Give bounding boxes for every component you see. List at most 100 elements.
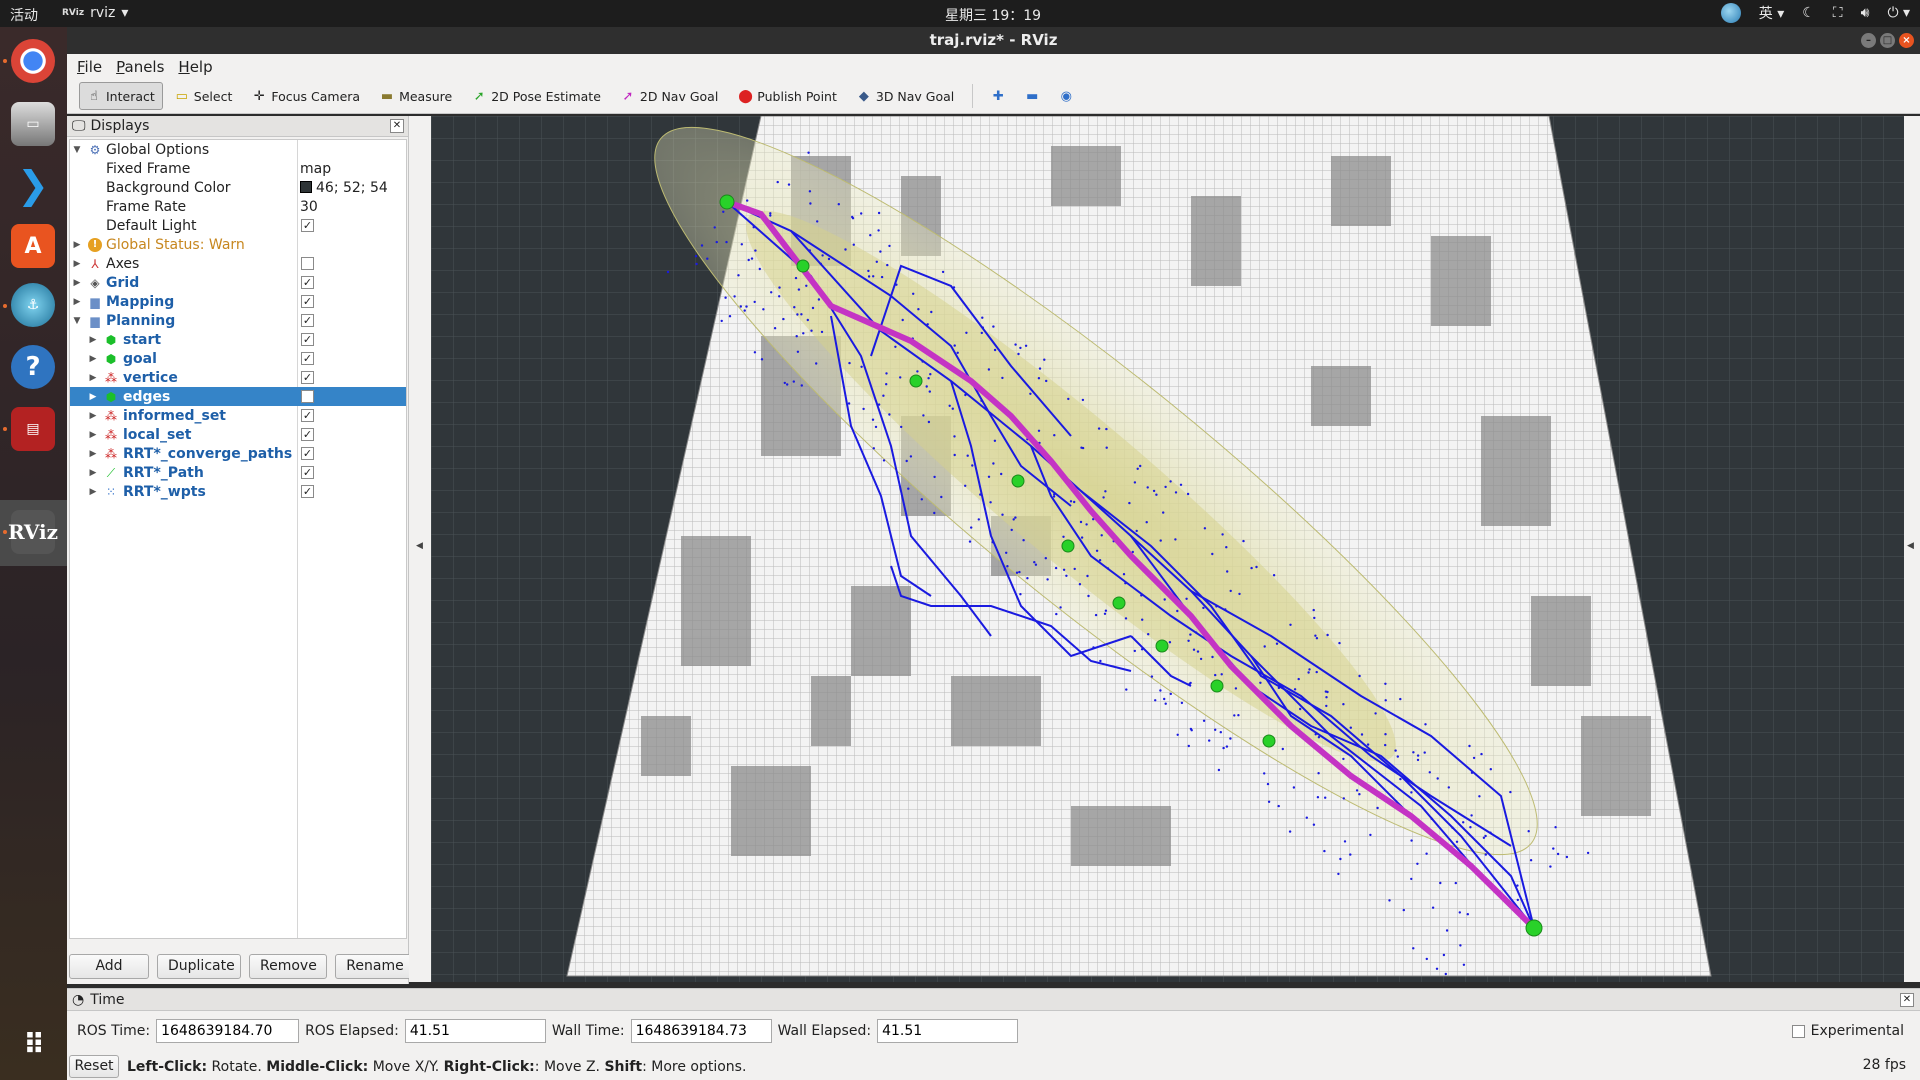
software-center-icon[interactable]: A: [11, 224, 55, 268]
app-menu[interactable]: RViz rviz ▾: [62, 5, 128, 21]
menu-file[interactable]: File: [77, 58, 102, 76]
panel-close-icon[interactable]: ✕: [1900, 992, 1914, 1007]
volume-icon[interactable]: 🔊︎: [1861, 5, 1870, 21]
tree-row-local-set[interactable]: ▶ ⁂ local_set ✓: [70, 425, 406, 444]
menu-panels[interactable]: Panels: [116, 58, 164, 76]
expand-arrow-icon[interactable]: ▶: [72, 259, 82, 269]
expand-arrow-icon[interactable]: ▶: [88, 373, 98, 383]
expand-arrow-icon[interactable]: ▶: [88, 468, 98, 478]
show-apps-grid-icon[interactable]: ⠿: [11, 1022, 55, 1066]
add-tool-button[interactable]: ✚: [983, 82, 1013, 110]
goal-checkbox[interactable]: ✓: [301, 352, 314, 365]
power-icon[interactable]: ⏻ ▾: [1887, 5, 1910, 21]
background-color-value[interactable]: 46; 52; 54: [300, 180, 388, 196]
camera-type-button[interactable]: ◉: [1051, 82, 1081, 110]
vertice-checkbox[interactable]: ✓: [301, 371, 314, 384]
activities-button[interactable]: 活动: [10, 5, 38, 25]
default-light-checkbox[interactable]: ✓: [301, 219, 314, 232]
collapse-left-icon[interactable]: ◀: [416, 541, 423, 551]
nav-goal-button[interactable]: ➚ 2D Nav Goal: [613, 82, 726, 110]
right-splitter[interactable]: ◀: [1904, 116, 1920, 982]
grid-checkbox[interactable]: ✓: [301, 276, 314, 289]
display-tree[interactable]: ▼ ⚙ Global Options Fixed Frame map Backg…: [69, 139, 407, 939]
rviz-dock-icon[interactable]: RViz: [8, 510, 58, 554]
rename-button[interactable]: Rename: [335, 954, 415, 979]
close-icon[interactable]: ×: [1899, 33, 1914, 48]
expand-arrow-icon[interactable]: ▶: [72, 278, 82, 288]
tree-row-background-color[interactable]: Background Color 46; 52; 54: [70, 178, 406, 197]
tree-row-planning[interactable]: ▼ ▆ Planning ✓: [70, 311, 406, 330]
mapping-checkbox[interactable]: ✓: [301, 295, 314, 308]
axes-checkbox[interactable]: [301, 257, 314, 270]
network-icon[interactable]: ⛶: [1833, 5, 1843, 21]
expand-arrow-icon[interactable]: ▶: [88, 335, 98, 345]
measure-tool-button[interactable]: ▬ Measure: [372, 82, 460, 110]
expand-arrow-icon[interactable]: ▶: [88, 449, 98, 459]
planning-checkbox[interactable]: ✓: [301, 314, 314, 327]
render-viewport[interactable]: [431, 116, 1904, 982]
ros-elapsed-field[interactable]: [404, 1019, 546, 1043]
tree-row-vertice[interactable]: ▶ ⁂ vertice ✓: [70, 368, 406, 387]
add-button[interactable]: Add: [69, 954, 149, 979]
tree-row-grid[interactable]: ▶ ◈ Grid ✓: [70, 273, 406, 292]
network-globe-icon[interactable]: [1720, 3, 1741, 23]
experimental-checkbox[interactable]: [1791, 1024, 1805, 1038]
remove-button[interactable]: Remove: [249, 954, 327, 979]
path-checkbox[interactable]: ✓: [301, 466, 314, 479]
expand-arrow-icon[interactable]: ▶: [88, 354, 98, 364]
informed-set-checkbox[interactable]: ✓: [301, 409, 314, 422]
expand-arrow-icon[interactable]: ▶: [72, 297, 82, 307]
help-icon[interactable]: ?: [11, 345, 55, 389]
publish-point-button[interactable]: ⬤ Publish Point: [730, 82, 845, 110]
terminal-app-icon[interactable]: ▤: [11, 407, 55, 451]
tree-row-goal[interactable]: ▶ ⬢ goal ✓: [70, 349, 406, 368]
input-method-indicator[interactable]: 英 ▾: [1759, 3, 1784, 23]
collapse-right-icon[interactable]: ◀: [1907, 541, 1914, 551]
interact-tool-button[interactable]: ☝ Interact: [79, 82, 163, 110]
expand-arrow-icon[interactable]: ▶: [72, 240, 82, 250]
maximize-icon[interactable]: □: [1880, 33, 1895, 48]
tree-row-axes[interactable]: ▶ ⅄ Axes: [70, 254, 406, 273]
wpts-checkbox[interactable]: ✓: [301, 485, 314, 498]
wall-elapsed-field[interactable]: [877, 1019, 1019, 1043]
tree-row-start[interactable]: ▶ ⬢ start ✓: [70, 330, 406, 349]
expand-arrow-icon[interactable]: ▶: [88, 487, 98, 497]
minimize-icon[interactable]: –: [1861, 33, 1876, 48]
tree-row-path[interactable]: ▶ ⟋ RRT*_Path ✓: [70, 463, 406, 482]
expand-arrow-icon[interactable]: ▶: [88, 411, 98, 421]
edges-checkbox[interactable]: [301, 390, 314, 403]
ros-time-field[interactable]: [156, 1019, 300, 1043]
duplicate-button[interactable]: Duplicate: [157, 954, 241, 979]
focus-camera-button[interactable]: ✛ Focus Camera: [244, 82, 368, 110]
tree-row-frame-rate[interactable]: Frame Rate 30: [70, 197, 406, 216]
files-icon[interactable]: ▭: [11, 102, 55, 146]
tree-row-informed-set[interactable]: ▶ ⁂ informed_set ✓: [70, 406, 406, 425]
chrome-icon[interactable]: [11, 39, 55, 83]
experimental-option[interactable]: Experimental: [1791, 1023, 1904, 1039]
start-checkbox[interactable]: ✓: [301, 333, 314, 346]
select-tool-button[interactable]: ▭ Select: [167, 82, 241, 110]
converge-paths-checkbox[interactable]: ✓: [301, 447, 314, 460]
local-set-checkbox[interactable]: ✓: [301, 428, 314, 441]
remove-tool-button[interactable]: ▬: [1017, 82, 1047, 110]
frame-rate-value[interactable]: 30: [300, 199, 318, 215]
expand-arrow-icon[interactable]: ▼: [72, 316, 82, 326]
expand-arrow-icon[interactable]: ▶: [88, 430, 98, 440]
reset-button[interactable]: Reset: [69, 1055, 119, 1078]
expand-arrow-icon[interactable]: ▼: [72, 145, 82, 155]
fixed-frame-value[interactable]: map: [300, 161, 331, 177]
tree-row-global-options[interactable]: ▼ ⚙ Global Options: [70, 140, 406, 159]
vscode-icon[interactable]: ❯: [11, 163, 55, 207]
tree-row-wpts[interactable]: ▶ ⁙ RRT*_wpts ✓: [70, 482, 406, 501]
tree-row-default-light[interactable]: Default Light ✓: [70, 216, 406, 235]
pose-estimate-button[interactable]: ➚ 2D Pose Estimate: [464, 82, 609, 110]
clock[interactable]: 星期三 19：19: [945, 5, 1041, 25]
network-globe-dock-icon[interactable]: ⚓: [11, 283, 55, 327]
tree-row-converge-paths[interactable]: ▶ ⁂ RRT*_converge_paths ✓: [70, 444, 406, 463]
tree-row-global-status[interactable]: ▶ ! Global Status: Warn: [70, 235, 406, 254]
expand-arrow-icon[interactable]: ▶: [88, 392, 98, 402]
panel-close-icon[interactable]: ✕: [390, 119, 404, 133]
night-mode-icon[interactable]: ☾: [1802, 5, 1815, 21]
menu-help[interactable]: Help: [178, 58, 212, 76]
tree-row-fixed-frame[interactable]: Fixed Frame map: [70, 159, 406, 178]
